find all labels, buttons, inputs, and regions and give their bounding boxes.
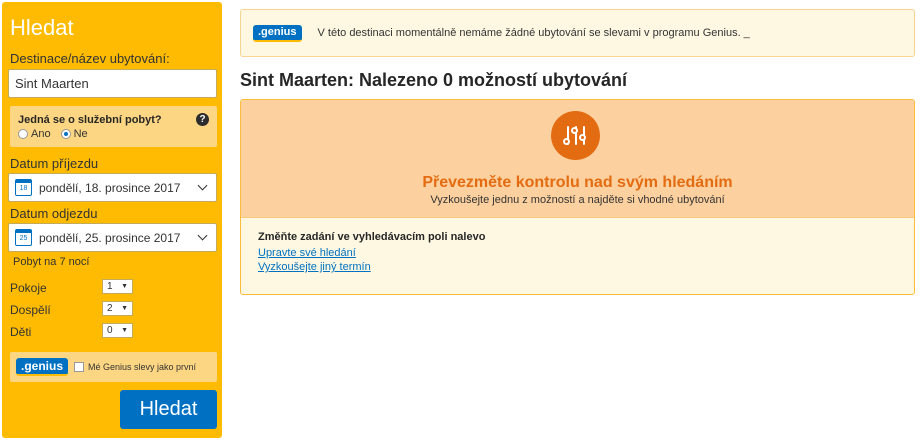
results-title: Sint Maarten: Nalezeno 0 možností ubytov… <box>240 70 628 90</box>
no-results-panel: Převezměte kontrolu nad svým hledáním Vy… <box>240 99 915 295</box>
genius-logo: .genius <box>253 24 302 42</box>
dropdown-arrow-icon: ▼ <box>121 305 128 312</box>
rooms-value: 1 <box>107 281 113 292</box>
genius-checkbox[interactable] <box>74 362 85 372</box>
adults-label: Dospělí <box>10 303 51 317</box>
edit-search-link[interactable]: Upravte své hledání <box>258 246 485 260</box>
adults-select[interactable]: 2 ▼ <box>102 301 133 316</box>
rooms-label: Pokoje <box>10 281 47 295</box>
chevron-down-icon <box>197 230 208 241</box>
search-button[interactable]: Hledat <box>120 390 217 429</box>
checkin-label: Datum příjezdu <box>10 156 99 171</box>
genius-banner-text: V této destinaci momentálně nemáme žádné… <box>317 27 750 39</box>
stay-length: Pobyt na 7 nocí <box>13 256 90 268</box>
checkin-date-value: pondělí, 18. prosince 2017 <box>39 180 181 195</box>
children-select[interactable]: 0 ▼ <box>102 323 133 338</box>
calendar-day: 18 <box>19 185 28 192</box>
chevron-down-icon <box>197 180 208 191</box>
suggestions: Změňte zadání ve vyhledávacím poli nalev… <box>258 231 485 274</box>
genius-filter: .genius Mé Genius slevy jako první <box>10 352 217 382</box>
search-sidebar: Hledat Destinace/název ubytování: Sint M… <box>2 2 222 438</box>
children-value: 0 <box>107 325 113 336</box>
business-trip-box: Jedná se o služební pobyt? ? Ano Ne <box>10 106 217 147</box>
help-icon[interactable]: ? <box>196 113 209 126</box>
panel-heading: Převezměte kontrolu nad svým hledáním <box>422 174 733 191</box>
adults-value: 2 <box>107 303 113 314</box>
radio-yes[interactable] <box>18 129 28 139</box>
calendar-day: 25 <box>19 235 28 242</box>
no-results-header: Převezměte kontrolu nad svým hledáním Vy… <box>241 100 914 218</box>
radio-no[interactable] <box>60 129 71 139</box>
destination-input[interactable]: Sint Maarten <box>8 69 217 98</box>
checkout-date-value: pondělí, 25. prosince 2017 <box>39 230 181 245</box>
sidebar-title: Hledat <box>10 15 74 40</box>
radio-no-label[interactable]: Ne <box>74 128 88 140</box>
genius-banner: .genius V této destinaci momentálně nemá… <box>240 9 915 57</box>
checkin-date-field[interactable]: 18 pondělí, 18. prosince 2017 <box>8 173 217 202</box>
checkout-label: Datum odjezdu <box>10 206 98 221</box>
panel-subheading: Vyzkoušejte jednu z možností a najděte s… <box>430 194 725 206</box>
filter-sliders-icon <box>551 111 600 160</box>
calendar-icon: 25 <box>15 229 32 246</box>
business-trip-options: Ano Ne <box>18 128 98 140</box>
genius-checkbox-label[interactable]: Mé Genius slevy jako první <box>88 362 196 372</box>
checkout-date-field[interactable]: 25 pondělí, 25. prosince 2017 <box>8 223 217 252</box>
destination-label: Destinace/název ubytování: <box>10 51 170 66</box>
business-trip-question: Jedná se o služební pobyt? <box>18 114 162 126</box>
dropdown-arrow-icon: ▼ <box>121 327 128 334</box>
children-label: Děti <box>10 325 32 339</box>
rooms-select[interactable]: 1 ▼ <box>102 279 133 294</box>
genius-logo: .genius <box>16 358 69 376</box>
calendar-icon: 18 <box>15 179 32 196</box>
dropdown-arrow-icon: ▼ <box>121 283 128 290</box>
try-other-dates-link[interactable]: Vyzkoušejte jiný termín <box>258 260 485 274</box>
radio-yes-label[interactable]: Ano <box>31 128 51 140</box>
suggestions-heading: Změňte zadání ve vyhledávacím poli nalev… <box>258 231 486 243</box>
